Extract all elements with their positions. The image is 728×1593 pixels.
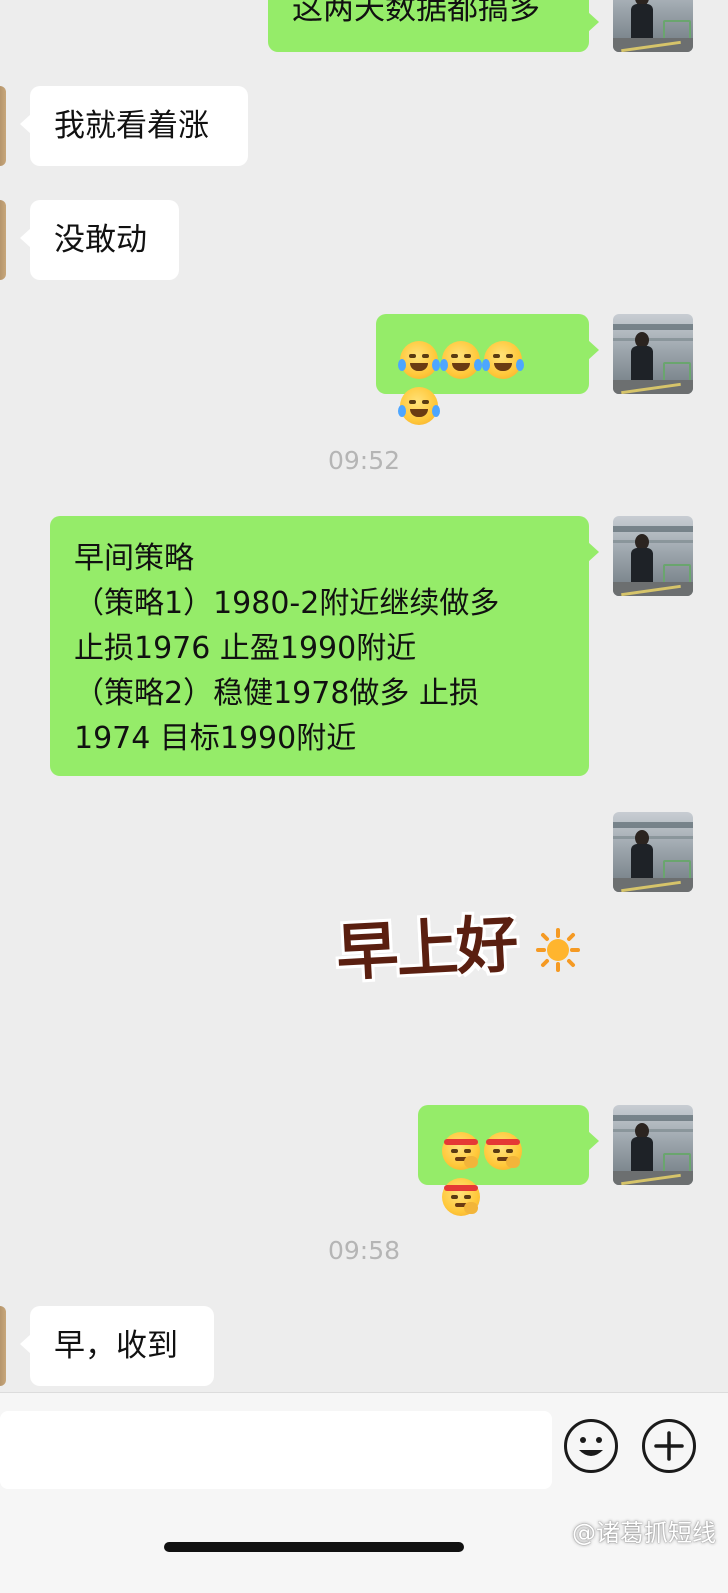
contact-avatar[interactable] <box>0 86 6 166</box>
sun-icon <box>536 928 580 972</box>
shush-emoji <box>442 1131 480 1170</box>
crying-laughing-emoji <box>482 340 524 379</box>
my-avatar[interactable] <box>613 516 693 596</box>
my-avatar[interactable] <box>613 812 693 892</box>
good-morning-sticker[interactable]: 早上好 <box>335 898 586 990</box>
crying-laughing-emoji <box>398 386 440 425</box>
message-line: （策略2）稳健1978做多 止损 <box>74 676 479 711</box>
plus-icon[interactable] <box>642 1419 696 1473</box>
shush-emoji <box>442 1177 480 1216</box>
contact-avatar[interactable] <box>0 200 6 280</box>
watermark: @诸葛抓短线 <box>572 1519 716 1547</box>
my-avatar[interactable] <box>613 0 693 52</box>
message-bubble-outgoing[interactable] <box>418 1105 599 1216</box>
message-line: 早间策略 <box>74 541 194 576</box>
message-bubble-outgoing[interactable]: 早间策略 （策略1）1980-2附近继续做多 止损1976 止盈1990附近 （… <box>50 516 599 776</box>
shush-emoji <box>484 1131 522 1170</box>
message-bubble-outgoing[interactable] <box>376 314 599 425</box>
message-line: 1974 目标1990附近 <box>74 721 357 756</box>
message-input[interactable] <box>0 1411 552 1489</box>
crying-laughing-emoji <box>398 340 440 379</box>
message-text: 我就看着涨 <box>54 108 209 144</box>
chat-input-bar <box>0 1392 728 1593</box>
message-bubble-incoming[interactable]: 早，收到 <box>20 1306 214 1386</box>
timestamp: 09:52 <box>327 446 401 475</box>
sticker-text: 早上好 <box>334 907 519 990</box>
my-avatar[interactable] <box>613 314 693 394</box>
message-line: 止损1976 止盈1990附近 <box>74 631 417 666</box>
smiley-icon[interactable] <box>564 1419 618 1473</box>
message-bubble-incoming[interactable]: 没敢动 <box>20 200 179 280</box>
my-avatar[interactable] <box>613 1105 693 1185</box>
message-bubble-incoming[interactable]: 我就看着涨 <box>20 86 248 166</box>
message-text: 没敢动 <box>54 222 147 258</box>
message-text: 这两天数据都搞多 <box>292 0 540 27</box>
home-indicator[interactable] <box>164 1542 464 1552</box>
message-bubble-outgoing[interactable]: 这两天数据都搞多 <box>268 0 599 52</box>
message-line: （策略1）1980-2附近继续做多 <box>74 586 500 621</box>
timestamp: 09:58 <box>327 1236 401 1265</box>
message-text: 早，收到 <box>54 1328 178 1364</box>
contact-avatar[interactable] <box>0 1306 6 1386</box>
crying-laughing-emoji <box>440 340 482 379</box>
